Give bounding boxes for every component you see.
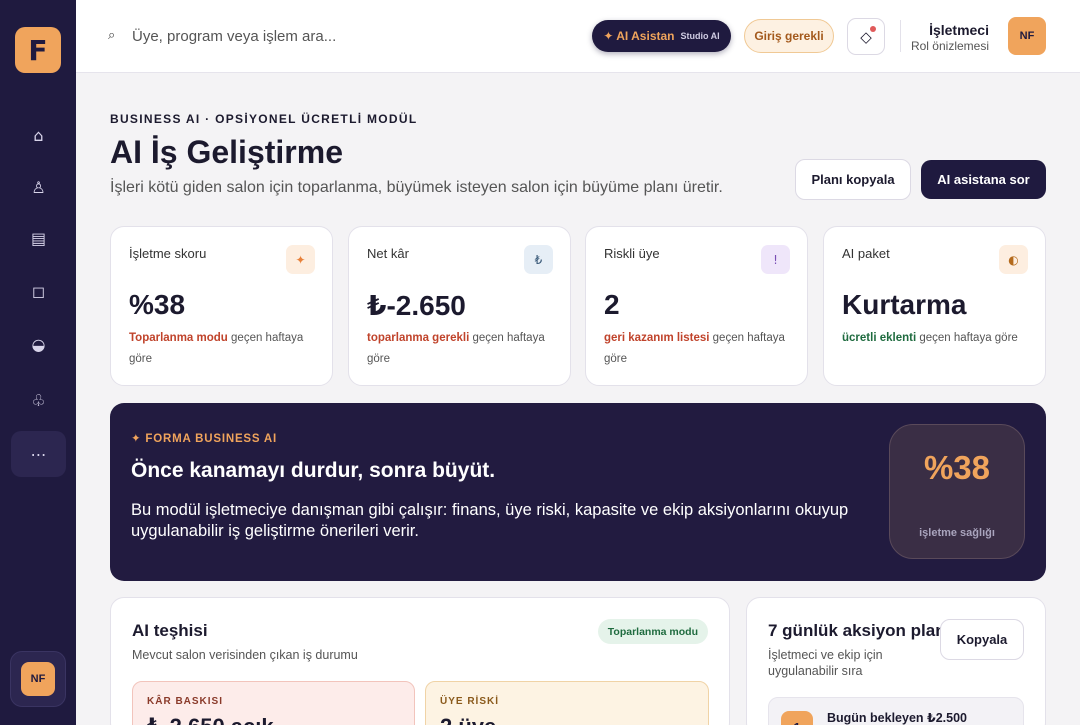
action-plan-panel: 7 günlük aksiyon planı İşletmeci ve ekip… [746,597,1046,725]
panel-subtitle: İşletmeci ve ekip için uygulanabilir sır… [768,648,883,678]
stat-note-rest: geçen haftaya göre [916,332,1018,344]
card-value: 2 üye [440,714,496,725]
plan-step-text: Bugün bekleyen ₺2.500 [827,711,967,725]
ask-ai-button[interactable]: AI asistana sor [921,160,1046,199]
search-icon: ⌕ [108,28,116,43]
stat-highlight: geri kazanım listesi [604,332,710,344]
stat-label: İşletme skoru [129,246,207,261]
sidebar-item-club[interactable]: ♧ [11,377,66,423]
stat-label: Net kâr [367,246,409,261]
status-badge: Toparlanma modu [597,619,708,644]
sidebar-item-calendar[interactable]: ▤ [11,215,66,261]
stat-card-ai-package: AI paket ◐ Kurtarma ücretli eklenti geçe… [823,226,1046,386]
avatar: NF [21,662,55,696]
lira-icon: ₺ [524,245,553,274]
sidebar-item-reports[interactable]: ◒ [11,321,66,367]
page-eyebrow: BUSINESS AI · OPSİYONEL ÜCRETLİ MODÜL [110,112,418,126]
health-label: işletme sağlığı [919,527,995,539]
page-subtitle: İşleri kötü giden salon için toparlanma,… [110,179,723,196]
stat-value: Kurtarma [842,289,967,320]
ai-diagnosis-panel: AI teşhisi Mevcut salon verisinden çıkan… [110,597,730,725]
search-input[interactable] [132,22,432,50]
home-icon: ⌂ [33,125,44,145]
page-title: AI İş Geliştirme [110,134,343,170]
stat-note: geri kazanım listesi geçen haftaya göre [604,328,789,370]
sidebar-item-products[interactable]: ◻ [11,268,66,314]
chart-icon: ◒ [31,334,46,354]
avatar[interactable]: NF [1008,17,1046,55]
top-bar: ⌕ ✦ AI Asistan Studio AI Giriş gerekli ◇… [76,0,1080,73]
stat-note: toparlanma gerekli geçen haftaya göre [367,328,552,370]
stat-card-risky-members: Riskli üye ! 2 geri kazanım listesi geçe… [585,226,808,386]
sidebar-item-more[interactable]: ⋯ [11,431,66,477]
sidebar-item-home[interactable]: ⌂ [11,112,66,158]
stat-value: 2 [604,289,620,320]
user-subtitle: Rol önizlemesi [910,39,989,53]
stat-value: ₺-2.650 [367,290,466,321]
ai-assistant-button[interactable]: ✦ AI Asistan Studio AI [592,20,731,52]
user-title: İşletmeci [929,22,989,38]
card-label: ÜYE RİSKİ [440,696,500,707]
stat-label: AI paket [842,246,890,261]
stat-highlight: ücretli eklenti [842,332,917,344]
sidebar: F ⌂ ♙ ▤ ◻ ◒ ♧ ⋯ NF [0,0,76,725]
calendar-icon: ▤ [30,228,47,248]
business-ai-banner: ✦ FORMA BUSINESS AI Önce kanamayı durdur… [110,403,1046,581]
stat-card-business-score: İşletme skoru ✦ %38 Toparlanma modu geçe… [110,226,333,386]
copy-plan-button[interactable]: Planı kopyala [795,159,911,200]
stat-note: ücretli eklenti geçen haftaya göre [842,328,1027,349]
card-value: ₺-2.650 açık [147,714,274,725]
box-icon: ◻ [31,281,46,301]
plan-step-number: 1 [781,711,813,725]
sidebar-item-users[interactable]: ♙ [11,164,66,210]
ai-assistant-label: ✦ AI Asistan [603,29,675,43]
plan-item[interactable]: 1 Bugün bekleyen ₺2.500 [768,697,1024,725]
panel-title: AI teşhisi [132,621,208,640]
copy-button[interactable]: Kopyala [940,619,1024,660]
half-circle-icon: ◐ [999,245,1028,274]
notification-dot [870,26,876,32]
app-logo[interactable]: F [15,27,61,73]
alert-icon: ! [761,245,790,274]
panel-title: 7 günlük aksiyon planı [768,621,951,640]
sidebar-profile[interactable]: NF [10,651,66,707]
user-role[interactable]: İşletmeci Rol önizlemesi [911,22,989,53]
stat-note: Toparlanma modu geçen haftaya göre [129,328,314,370]
club-icon: ♧ [31,390,46,410]
notification-button[interactable]: ◇ [847,18,885,55]
stat-highlight: Toparlanma modu [129,332,228,344]
stat-highlight: toparlanma gerekli [367,332,470,344]
banner-eyebrow: ✦ FORMA BUSINESS AI [131,433,278,445]
banner-title: Önce kanamayı durdur, sonra büyüt. [131,459,496,482]
panel-subtitle: Mevcut salon verisinden çıkan iş durumu [132,648,358,662]
stat-label: Riskli üye [604,246,660,261]
member-risk-card: ÜYE RİSKİ 2 üye [425,681,709,725]
sparkle-icon: ✦ [286,245,315,274]
health-value: %38 [923,449,991,486]
card-label: KÂR BASKISI [147,696,224,707]
profit-pressure-card: KÂR BASKISI ₺-2.650 açık [132,681,415,725]
login-required-button[interactable]: Giriş gerekli [744,19,834,53]
users-icon: ♙ [31,177,46,197]
more-icon: ⋯ [30,444,47,464]
banner-text: Bu modül işletmeciye danışman gibi çalış… [131,501,849,540]
stat-card-net-profit: Net kâr ₺ ₺-2.650 toparlanma gerekli geç… [348,226,571,386]
divider [900,20,901,52]
stat-value: %38 [129,289,186,320]
studio-ai-tag: Studio AI [680,31,720,41]
health-score-box: %38 işletme sağlığı [889,424,1025,559]
